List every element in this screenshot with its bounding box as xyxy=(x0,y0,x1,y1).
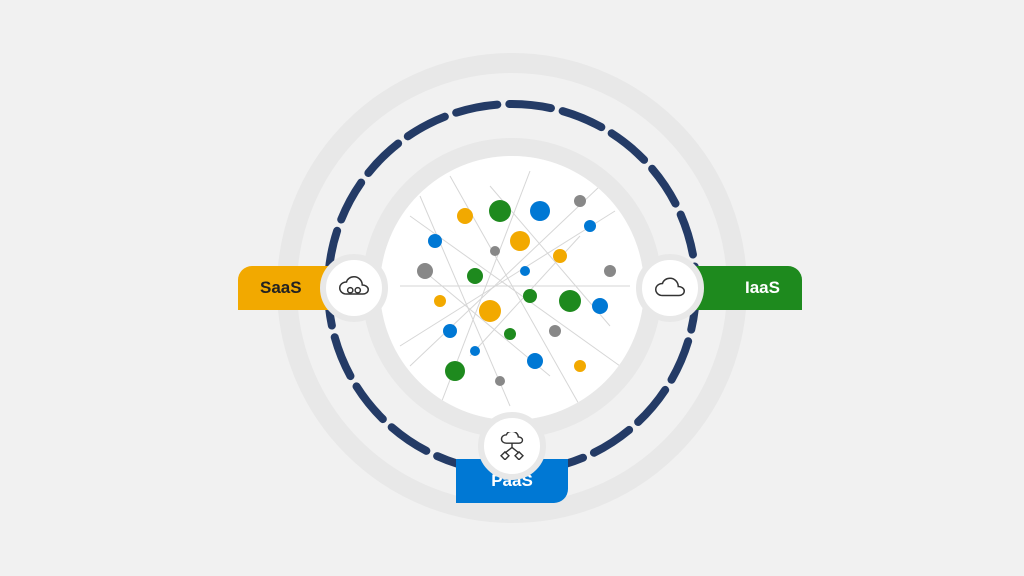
iaas-label: IaaS xyxy=(695,266,802,310)
cloud-gears-icon xyxy=(336,274,372,302)
paas-icon-well xyxy=(478,412,546,480)
saas-icon-well xyxy=(320,254,388,322)
saas-text: SaaS xyxy=(260,278,302,298)
network-mesh xyxy=(380,156,644,420)
cloud-models-diagram: SaaS IaaS PaaS xyxy=(0,0,1024,576)
cloud-hierarchy-icon xyxy=(494,432,530,460)
cloud-icon xyxy=(652,274,688,302)
iaas-text: IaaS xyxy=(745,278,780,298)
network-mesh-svg xyxy=(380,156,644,420)
iaas-icon-well xyxy=(636,254,704,322)
